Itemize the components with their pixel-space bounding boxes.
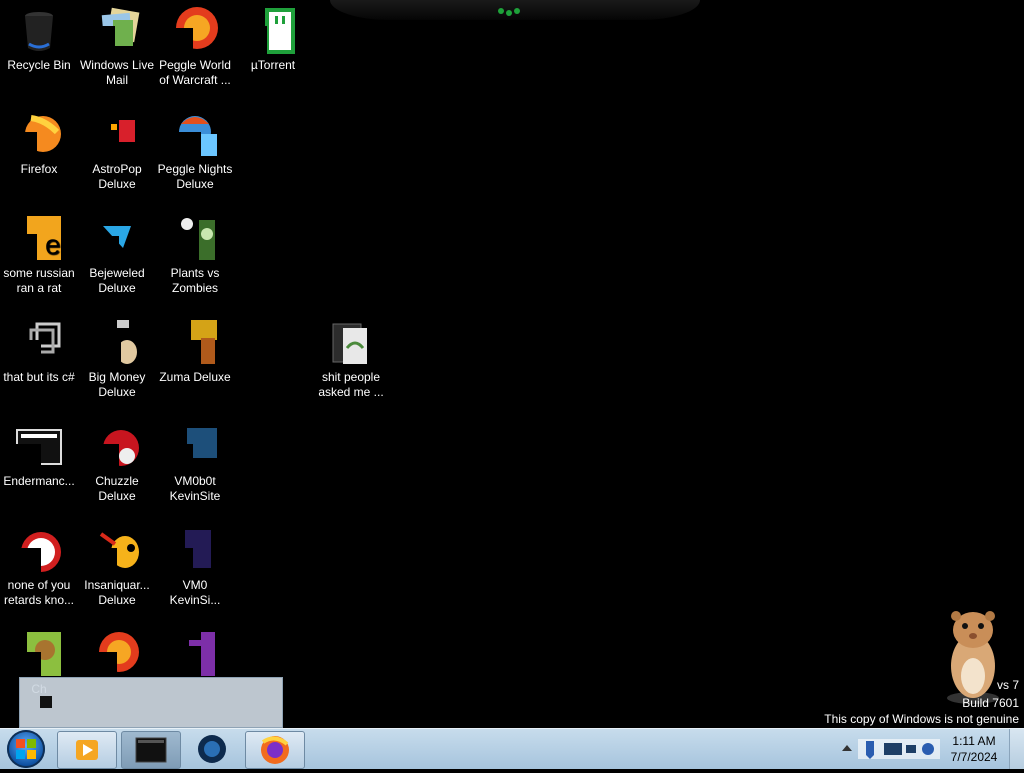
clock-time: 1:11 AM: [952, 734, 996, 748]
icon-label: VM0 KevinSi...: [169, 578, 221, 607]
show-desktop-button[interactable]: [1009, 729, 1024, 769]
desktop-icon-purple-app[interactable]: [156, 624, 234, 682]
firefox-taskbar-icon: [261, 736, 289, 764]
peggle-icon: [171, 6, 219, 54]
volume-icon: [922, 743, 934, 755]
desktop-icon-bejeweled[interactable]: Bejeweled Deluxe: [78, 208, 156, 296]
terminal-icon: [15, 422, 63, 470]
icon-label: Windows Live Mail: [79, 58, 155, 87]
media-player-icon: [76, 740, 98, 760]
taskbar-firefox[interactable]: [245, 731, 305, 769]
desktop-icon-none-of-you[interactable]: none of you retards kno...: [0, 520, 78, 608]
taskbar-thumbnail-preview[interactable]: [19, 677, 283, 728]
insaniquarium-icon: [93, 526, 141, 574]
icon-label: Chuzzle Deluxe: [95, 474, 139, 503]
desktop-icon-endermanc[interactable]: Endermanc...: [0, 416, 78, 489]
icon-label: AstroPop Deluxe: [92, 162, 142, 191]
deco-dot: [514, 8, 520, 14]
desktop-icon-recycle-bin[interactable]: Recycle Bin: [0, 0, 78, 73]
icon-label: Endermanc...: [3, 474, 75, 488]
chuzzle-icon: [93, 422, 141, 470]
russian-app-icon: e: [15, 214, 63, 262]
icon-label: Plants vs Zombies: [170, 266, 220, 295]
taskbar-globe-app[interactable]: [183, 731, 241, 767]
vm-icon: [171, 422, 219, 470]
icon-label: Peggle Nights Deluxe: [157, 162, 233, 191]
desktop-icon-plants-vs-zombies[interactable]: Plants vs Zombies: [156, 208, 234, 296]
taskbar-media-player[interactable]: [57, 731, 117, 769]
desktop-icon-peggle-nights[interactable]: Peggle Nights Deluxe: [156, 104, 234, 192]
desktop-icon-insaniquarium[interactable]: Insaniquar... Deluxe: [78, 520, 156, 608]
firefox-icon: [15, 110, 63, 158]
desktop-icon-firefox[interactable]: Firefox: [0, 104, 78, 177]
peggle-nights-icon: [171, 110, 219, 158]
start-button[interactable]: [7, 730, 45, 768]
desktop-icon-utorrent[interactable]: µTorrent: [234, 0, 312, 73]
icon-label: Recycle Bin: [7, 58, 71, 72]
desktop-icon-zuma[interactable]: Zuma Deluxe: [156, 312, 234, 385]
bejeweled-icon: [93, 214, 141, 262]
taskbar: 1:11 AM 7/7/2024: [0, 728, 1024, 769]
desktop-icon-windows-live-mail[interactable]: Windows Live Mail: [78, 0, 156, 88]
desktop-icon-that-but-c-sharp[interactable]: that but its c#: [0, 312, 78, 385]
icon-label: µTorrent: [250, 58, 296, 72]
vm-file-icon: [171, 526, 219, 574]
peggle-icon-2: [93, 630, 141, 678]
show-hidden-icons-button[interactable]: [842, 745, 852, 751]
desktop-icon-vm0b0t[interactable]: VM0b0t KevinSite: [156, 416, 234, 504]
desktop-icon-folder[interactable]: shit people asked me ...: [312, 312, 390, 400]
folder-icon: [327, 318, 375, 366]
recycle-bin-icon: [15, 6, 63, 54]
icon-label: some russian ran a rat: [3, 266, 75, 295]
icon-label: Firefox: [20, 162, 58, 176]
clock-date: 7/7/2024: [950, 750, 998, 764]
desktop-icon-vm0[interactable]: VM0 KevinSi...: [156, 520, 234, 608]
icon-label: that but its c#: [3, 370, 75, 384]
tray-icons: [858, 739, 940, 759]
watermark-genuine: This copy of Windows is not genuine: [824, 712, 1019, 726]
window-thumb-icon: [40, 696, 52, 708]
round-app-icon: [15, 526, 63, 574]
desktop-icon-chuzzle[interactable]: Chuzzle Deluxe: [78, 416, 156, 504]
network-icon: [884, 743, 902, 755]
icon-label: VM0b0t KevinSite: [169, 474, 221, 503]
plants-vs-zombies-icon: [171, 214, 219, 262]
icon-label: Insaniquar... Deluxe: [84, 578, 150, 607]
watermark-os: vs 7: [996, 678, 1019, 692]
shortcut-icon: [15, 318, 63, 366]
taskbar-terminal[interactable]: [121, 731, 181, 769]
astropop-icon: [93, 110, 141, 158]
globe-app-icon: [198, 735, 226, 763]
zuma-icon: [171, 318, 219, 366]
mail-icon: [93, 6, 141, 54]
desktop-icon-peggle-2[interactable]: [78, 624, 156, 682]
icon-label: Peggle World of Warcraft ...: [159, 58, 231, 87]
icon-label: shit people asked me ...: [318, 370, 384, 399]
svg-text:e: e: [45, 229, 61, 260]
utorrent-icon: [249, 6, 297, 54]
icon-label: Bejeweled Deluxe: [89, 266, 145, 295]
deco-dot: [498, 8, 504, 14]
desktop-icon-russian-rat[interactable]: e some russian ran a rat: [0, 208, 78, 296]
top-decoration: [330, 0, 700, 20]
terminal-window-icon: [135, 737, 167, 763]
desktop-icon-astropop[interactable]: AstroPop Deluxe: [78, 104, 156, 192]
icon-label: none of you retards kno...: [3, 578, 75, 607]
icon-label: Zuma Deluxe: [159, 370, 231, 384]
system-tray: [858, 735, 940, 763]
watermark-build: Build 7601: [962, 696, 1019, 710]
desktop-icon-peggle-wow[interactable]: Peggle World of Warcraft ...: [156, 0, 234, 88]
bear-game-icon: [15, 630, 63, 678]
clock[interactable]: 1:11 AM 7/7/2024: [946, 733, 1002, 765]
windows-start-icon: [16, 739, 36, 759]
deco-dot: [506, 10, 512, 16]
icon-label: Big Money Deluxe: [88, 370, 146, 399]
desktop-icon-big-money[interactable]: Big Money Deluxe: [78, 312, 156, 400]
purple-app-icon: [171, 630, 219, 678]
monitor-icon: [906, 745, 916, 753]
big-money-icon: [93, 318, 141, 366]
